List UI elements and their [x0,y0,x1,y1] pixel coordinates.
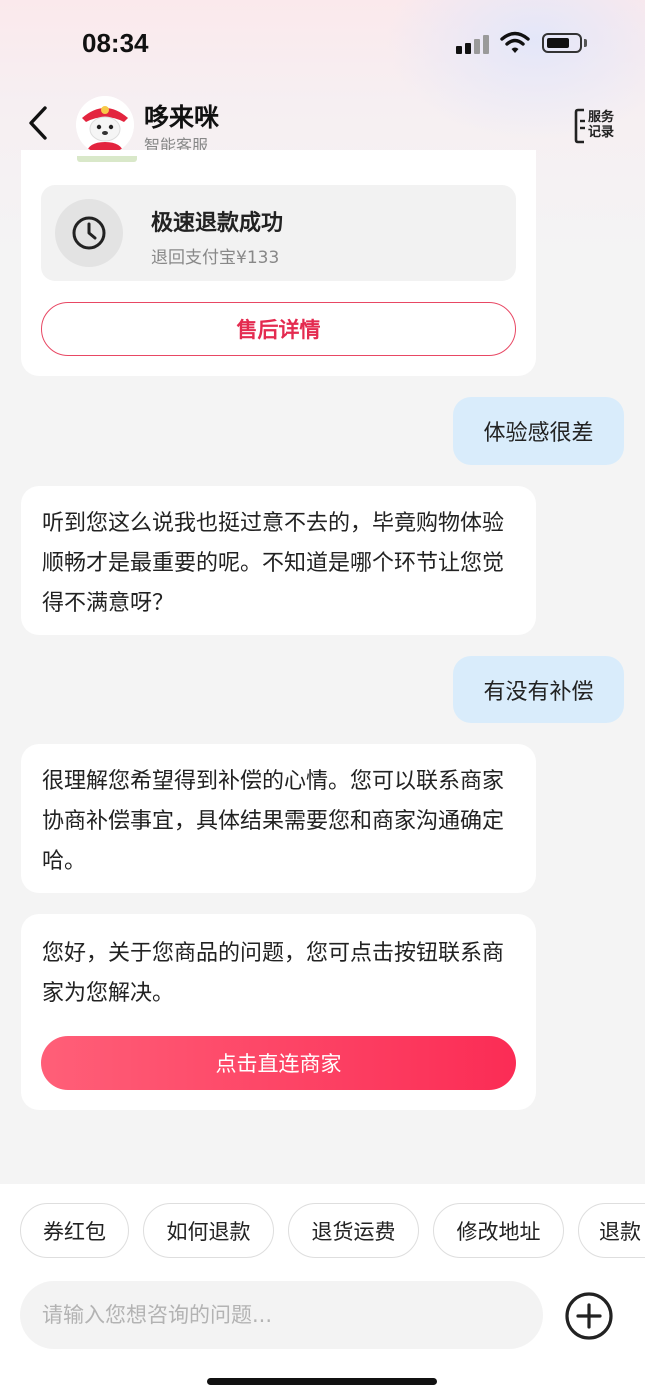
message-input[interactable] [42,1281,522,1349]
battery-tip [584,39,587,47]
bot-message-with-action: 您好，关于您商品的问题，您可点击按钮联系商家为您解决。 点击直连商家 [21,914,536,1110]
quick-reply-chip[interactable]: 修改地址 [433,1203,564,1258]
agent-avatar[interactable] [76,96,134,154]
bot-message-text: 您好，关于您商品的问题，您可点击按钮联系商家为您解决。 [42,941,505,1006]
cellular-signal-icon [456,34,492,54]
message-input-box[interactable] [20,1281,543,1349]
status-time: 08:34 [82,28,149,58]
service-record-button[interactable]: 服务记录 [574,106,620,146]
bottom-input-panel: 券红包 如何退款 退货运费 修改地址 退款 [0,1184,645,1398]
battery-icon [542,33,582,53]
previous-card-edge [77,156,137,162]
agent-name: 哆来咪 [144,103,220,132]
quick-reply-chip[interactable]: 券红包 [20,1203,129,1258]
wifi-icon [500,31,530,53]
bot-message: 听到您这么说我也挺过意不去的，毕竟购物体验顺畅才是最重要的呢。不知道是哪个环节让… [21,486,536,635]
user-message: 体验感很差 [453,397,624,465]
status-bar: 08:34 [0,0,645,88]
mascot-avatar-icon [76,96,134,154]
home-indicator[interactable] [207,1378,437,1385]
service-record-label: 服务记录 [588,110,615,140]
quick-reply-chip[interactable]: 退款 [578,1203,645,1258]
refund-status-panel: 极速退款成功 退回支付宝¥133 [41,185,516,281]
quick-reply-bar[interactable]: 券红包 如何退款 退货运费 修改地址 退款 [20,1203,645,1259]
user-message: 有没有补偿 [453,656,624,723]
back-button[interactable] [20,100,56,146]
quick-reply-chip[interactable]: 退货运费 [288,1203,419,1258]
chevron-left-icon [29,106,47,140]
refund-status-card: 极速退款成功 退回支付宝¥133 售后详情 [21,150,536,376]
add-attachment-button[interactable] [564,1291,614,1341]
after-sale-details-button[interactable]: 售后详情 [41,302,516,356]
quick-reply-chip[interactable]: 如何退款 [143,1203,274,1258]
refund-title: 极速退款成功 [151,211,284,236]
clock-icon [55,199,123,267]
refund-amount: 退回支付宝¥133 [151,248,280,268]
bot-message: 很理解您希望得到补偿的心情。您可以联系商家协商补偿事宜，具体结果需要您和商家沟通… [21,744,536,893]
plus-circle-icon [565,1292,613,1340]
contact-merchant-button[interactable]: 点击直连商家 [41,1036,516,1090]
